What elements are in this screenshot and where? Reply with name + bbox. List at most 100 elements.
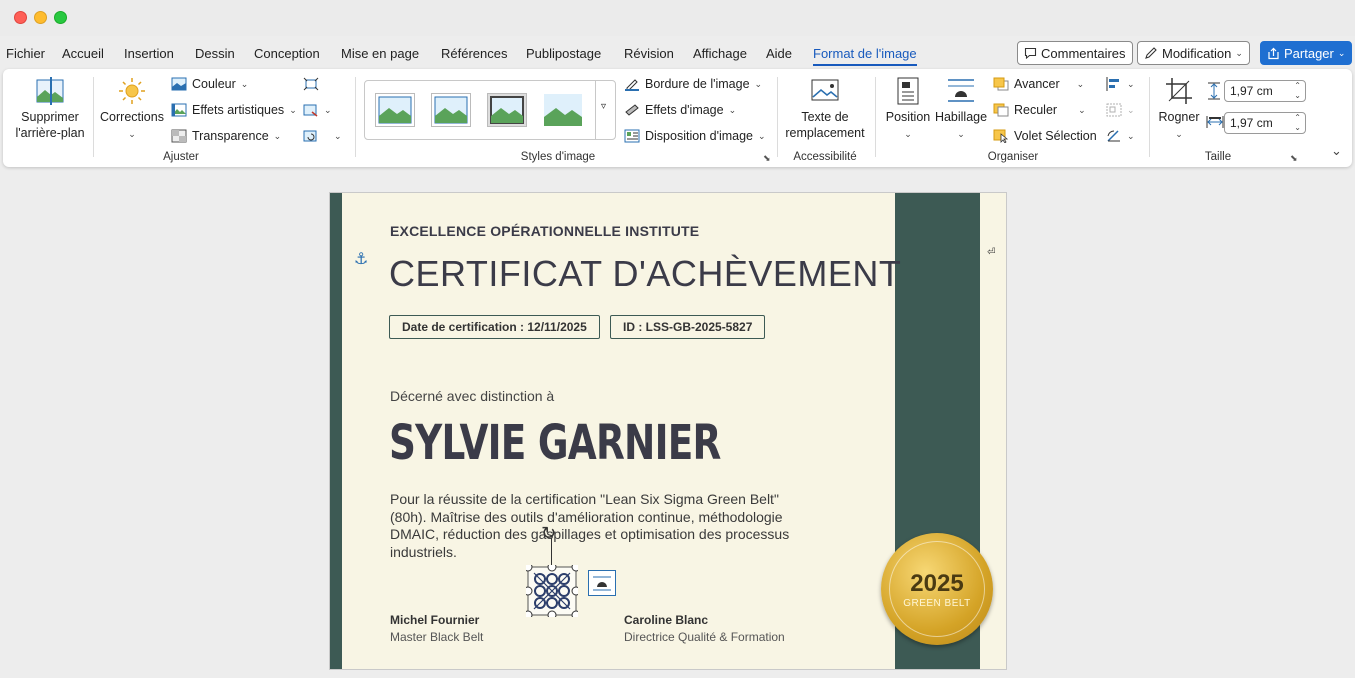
- transparency-icon: [171, 129, 187, 143]
- tab-publipostage[interactable]: Publipostage: [526, 46, 601, 61]
- separator: [777, 77, 778, 157]
- sun-icon: [119, 78, 145, 104]
- tab-conception[interactable]: Conception: [254, 46, 320, 61]
- picture-effects-icon: [625, 104, 639, 116]
- wrap-text-label: Habillage: [934, 110, 988, 124]
- layout-options-icon: [593, 576, 611, 591]
- tab-insertion[interactable]: Insertion: [124, 46, 174, 61]
- zoom-window-button[interactable]: [54, 11, 67, 24]
- tab-aide[interactable]: Aide: [766, 46, 792, 61]
- width-input[interactable]: 1,97 cm ⌃ ⌄: [1224, 112, 1306, 134]
- certificate-description: Pour la réussite de la certification "Le…: [390, 491, 790, 560]
- position-button[interactable]: Position ⌄: [881, 77, 935, 142]
- height-icon: [1208, 82, 1220, 100]
- width-stepper[interactable]: ⌃ ⌄: [1294, 113, 1301, 133]
- comments-label: Commentaires: [1041, 45, 1126, 61]
- picture-effects-label: Effets d'image: [645, 103, 724, 117]
- chevron-down-icon: ⌄: [957, 129, 965, 139]
- compress-pictures-button[interactable]: [303, 77, 319, 91]
- crop-icon: [1166, 78, 1192, 104]
- share-button[interactable]: Partager ⌄: [1260, 41, 1353, 65]
- tab-fichier[interactable]: Fichier: [6, 46, 45, 61]
- picture-style-2[interactable]: [431, 93, 471, 127]
- chevron-down-icon: ⌄: [273, 130, 282, 141]
- artistic-effects-label: Effets artistiques: [192, 103, 285, 117]
- alt-text-button[interactable]: Texte de remplacement: [783, 77, 867, 141]
- chevron-down-icon: ⌄: [904, 129, 912, 139]
- tab-revision[interactable]: Révision: [624, 46, 674, 61]
- window-titlebar: [0, 0, 1355, 36]
- reset-picture-button[interactable]: ⌄: [303, 129, 342, 143]
- send-backward-label: Reculer: [1014, 103, 1058, 117]
- editing-mode-button[interactable]: Modification ⌄: [1137, 41, 1250, 65]
- anchor-icon[interactable]: ⚓: [354, 249, 368, 269]
- chevron-down-icon: ⌄: [1127, 104, 1135, 115]
- group-label-ajuster: Ajuster: [163, 151, 199, 163]
- picture-style-3[interactable]: [487, 93, 527, 127]
- pencil-icon: [1145, 47, 1157, 59]
- width-value: 1,97 cm: [1230, 116, 1273, 130]
- transparency-button[interactable]: Transparence ⌄: [171, 129, 281, 143]
- group-objects-button[interactable]: ⌄: [1106, 103, 1135, 117]
- selected-logo-image[interactable]: [523, 562, 581, 620]
- remove-background-line1: Supprimer: [21, 110, 79, 124]
- rotate-handle-icon[interactable]: ↻: [541, 523, 556, 544]
- picture-layout-button[interactable]: Disposition d'image ⌄: [624, 129, 766, 143]
- selection-pane-button[interactable]: Volet Sélection: [993, 129, 1097, 143]
- color-label: Couleur: [192, 77, 236, 91]
- certification-date-badge: Date de certification : 12/11/2025: [389, 315, 600, 339]
- send-backward-button[interactable]: Reculer ⌄: [993, 103, 1086, 117]
- collapse-ribbon-icon[interactable]: ⌄: [1331, 143, 1342, 159]
- wrap-text-button[interactable]: Habillage ⌄: [933, 77, 989, 142]
- dialog-launcher-icon[interactable]: ⬊: [1290, 153, 1298, 164]
- alt-text-line1: Texte de: [801, 110, 849, 124]
- signer2-role: Directrice Qualité & Formation: [624, 630, 785, 644]
- group-label-size: Taille: [1204, 151, 1232, 163]
- chevron-down-icon: ⌄: [754, 78, 763, 89]
- tab-mise-en-page[interactable]: Mise en page: [341, 46, 419, 61]
- minimize-window-button[interactable]: [34, 11, 47, 24]
- tab-format-image[interactable]: Format de l'image: [813, 46, 917, 66]
- remove-background-line2: l'arrière-plan: [15, 126, 85, 140]
- remove-background-button[interactable]: Supprimer l'arrière-plan: [13, 77, 87, 141]
- corrections-button[interactable]: Corrections ⌄: [98, 77, 166, 142]
- alt-text-icon: [811, 79, 839, 101]
- layout-options-marker-icon[interactable]: ⏎: [987, 247, 995, 258]
- tab-dessin[interactable]: Dessin: [195, 46, 235, 61]
- align-icon: [1106, 77, 1119, 91]
- dialog-launcher-icon[interactable]: ⬊: [763, 153, 771, 164]
- close-window-button[interactable]: [14, 11, 27, 24]
- picture-border-button[interactable]: Bordure de l'image ⌄: [624, 77, 762, 91]
- send-backward-icon: [993, 103, 1009, 117]
- recipient-name: SYLVIE GARNIER: [389, 415, 721, 471]
- change-picture-button[interactable]: ⌄: [303, 103, 332, 117]
- certificate-title: CERTIFICAT D'ACHÈVEMENT: [389, 253, 902, 294]
- tab-references[interactable]: Références: [441, 46, 507, 61]
- picture-effects-button[interactable]: Effets d'image ⌄: [624, 103, 736, 117]
- crop-button[interactable]: Rogner ⌄: [1155, 77, 1203, 142]
- comments-button[interactable]: Commentaires: [1017, 41, 1133, 65]
- certificate-image[interactable]: ⚓ ⏎ EXCELLENCE OPÉRATIONNELLE INSTITUTE …: [329, 192, 1007, 670]
- transparency-label: Transparence: [192, 129, 269, 143]
- rotate-button[interactable]: ⌄: [1106, 129, 1135, 143]
- height-stepper[interactable]: ⌃ ⌄: [1294, 81, 1301, 101]
- layout-options-button[interactable]: [588, 570, 616, 596]
- wrap-text-icon: [948, 79, 974, 102]
- color-button[interactable]: Couleur ⌄: [171, 77, 248, 91]
- position-icon: [897, 77, 919, 105]
- picture-style-4[interactable]: [543, 93, 583, 127]
- bring-forward-button[interactable]: Avancer ⌄: [993, 77, 1084, 91]
- tab-affichage[interactable]: Affichage: [693, 46, 747, 61]
- editing-mode-label: Modification: [1162, 45, 1232, 61]
- height-input[interactable]: 1,97 cm ⌃ ⌄: [1224, 80, 1306, 102]
- picture-style-1[interactable]: [375, 93, 415, 127]
- group-objects-icon: [1106, 103, 1122, 117]
- change-picture-icon: [303, 104, 318, 117]
- gallery-expand-icon: ▿: [601, 101, 607, 112]
- gallery-more-button[interactable]: ▿: [595, 81, 616, 139]
- chevron-down-icon: ⌄: [1235, 47, 1243, 58]
- chevron-down-icon: ⌄: [758, 130, 766, 141]
- artistic-effects-button[interactable]: Effets artistiques ⌄: [171, 103, 297, 117]
- align-button[interactable]: ⌄: [1106, 77, 1135, 91]
- tab-accueil[interactable]: Accueil: [62, 46, 104, 61]
